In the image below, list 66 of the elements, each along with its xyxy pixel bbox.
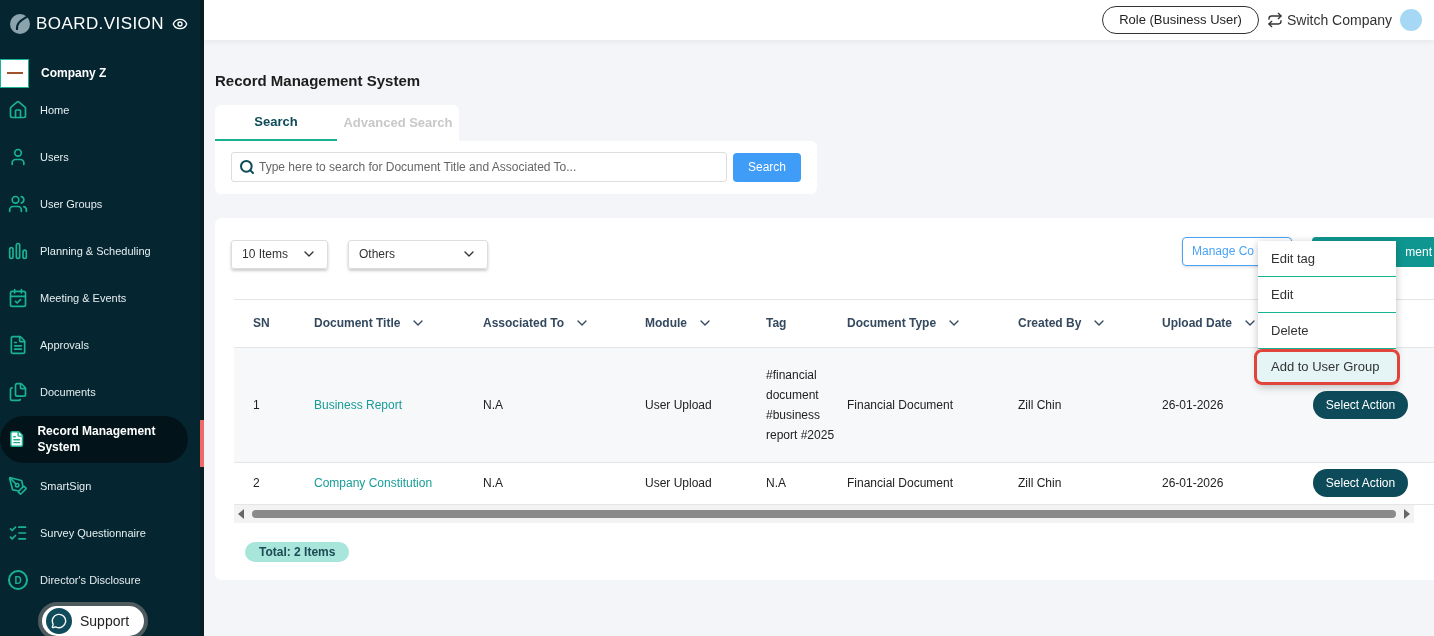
menu-item[interactable]: Edit (1258, 277, 1396, 313)
search-icon (239, 159, 255, 175)
table-cell-text: N.A (766, 475, 787, 492)
chat-icon (51, 613, 67, 629)
scroll-right-icon[interactable] (1402, 508, 1412, 519)
table-cell-text: #financial document #business report #2025 (766, 366, 836, 444)
swap-icon (1266, 12, 1283, 28)
total-badge: Total: 2 Items (245, 541, 350, 562)
nav-item[interactable]: D Director's Disclosure (0, 564, 200, 596)
support-button[interactable]: Support (38, 602, 148, 636)
table-cell-text: N.A (483, 396, 504, 414)
table-cell-text: 2 (252, 475, 261, 492)
menu-item[interactable]: Edit tag (1258, 241, 1396, 277)
home-icon (8, 100, 28, 120)
table-cell-text: User Upload (645, 475, 713, 492)
nav-item[interactable]: Record Management System (0, 415, 188, 463)
checklist-icon (8, 523, 28, 543)
table-cell-text: Zill Chin (1018, 396, 1063, 414)
table-cell-text: 1 (252, 396, 261, 414)
document-icon (8, 429, 26, 449)
nav-item[interactable]: SmartSign (0, 470, 200, 502)
document-link[interactable]: Company Constitution (314, 473, 483, 493)
nav-item[interactable]: Survey Questionnaire (0, 517, 200, 549)
document-icon (8, 335, 28, 355)
documents-icon (8, 382, 28, 402)
column-header[interactable]: Document Type (847, 314, 1018, 332)
page-title: Record Management System (215, 71, 422, 91)
nav-item[interactable]: Users (0, 141, 200, 173)
table-cell-text: Financial Document (847, 396, 955, 414)
column-header[interactable]: Tag (766, 314, 847, 332)
table-cell-text: Financial Document (847, 475, 955, 492)
column-header[interactable]: SN (234, 314, 314, 332)
pen-icon (8, 476, 28, 496)
logo-text: BOARD.VISION (36, 13, 164, 36)
column-header[interactable]: Module (645, 314, 766, 332)
table-cell-text: User Upload (645, 396, 713, 414)
column-header[interactable]: Created By (1018, 314, 1162, 332)
nav-item[interactable]: Approvals (0, 329, 200, 361)
column-header[interactable]: Associated To (483, 314, 645, 332)
menu-item[interactable]: Add to User Group (1254, 349, 1400, 385)
letter-icon: D (8, 570, 28, 590)
table-cell-text: 26-01-2026 (1162, 475, 1225, 492)
bar-chart-icon (8, 241, 28, 261)
table-cell-text: 26-01-2026 (1162, 396, 1225, 414)
dropdown[interactable]: 10 Items (231, 239, 328, 269)
dropdown[interactable]: Others (348, 239, 488, 269)
switch-company-button[interactable]: Switch Company (1266, 9, 1392, 31)
nav-item[interactable]: User Groups (0, 188, 200, 220)
table-cell-text: N.A (483, 475, 504, 492)
select-action-button[interactable]: Select Action (1313, 469, 1408, 497)
user-icon (8, 147, 28, 167)
company-logo (0, 58, 29, 88)
eye-icon[interactable] (172, 16, 188, 32)
column-header[interactable]: Document Title (314, 314, 483, 332)
calendar-icon (8, 288, 28, 308)
nav-item[interactable]: Home (0, 94, 200, 126)
table-cell-text: Zill Chin (1018, 475, 1063, 492)
nav-item[interactable]: Planning & Scheduling (0, 235, 200, 267)
logo-icon (8, 12, 32, 36)
company-name: Company Z (41, 65, 107, 82)
users-icon (8, 194, 28, 214)
search-field[interactable]: Type here to search for Document Title and Associated To... (231, 152, 727, 182)
nav-item[interactable]: Documents (0, 376, 200, 408)
select-action-button[interactable]: Select Action (1313, 390, 1408, 419)
nav-item[interactable]: Meeting & Events (0, 282, 200, 314)
scroll-left-icon[interactable] (236, 508, 246, 519)
